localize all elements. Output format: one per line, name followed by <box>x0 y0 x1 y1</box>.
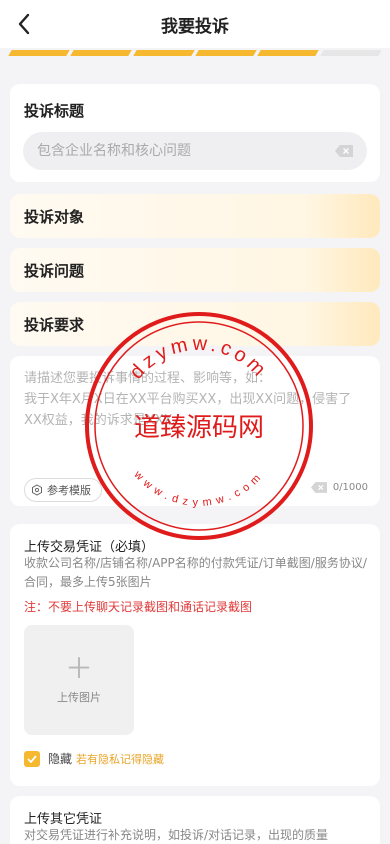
upload-other-card: 上传其它凭证 对交易凭证进行补充说明，如投诉/对话记录，出现的质量 <box>10 796 380 844</box>
complaint-title-card: 投诉标题 <box>10 84 380 182</box>
step-progress-bar <box>8 50 382 58</box>
char-counter: 0/1000 <box>332 482 368 493</box>
hide-row: 隐藏 若有隐私记得隐藏 <box>24 750 164 767</box>
complaint-title-input[interactable] <box>37 143 335 159</box>
page-title: 我要投诉 <box>161 17 229 37</box>
complaint-title-label: 投诉标题 <box>24 102 85 120</box>
progress-segment <box>319 50 382 56</box>
upload-image-button[interactable]: ＋ 上传图片 <box>24 625 134 735</box>
reference-template-button[interactable]: 参考模版 <box>24 478 102 502</box>
progress-segment <box>257 50 320 56</box>
template-icon <box>32 484 42 496</box>
clear-icon[interactable] <box>335 145 353 157</box>
upload-transaction-card: 上传交易凭证（必填） 收款公司名称/店铺名称/APP名称的付款凭证/订单截图/服… <box>10 524 380 786</box>
upload-warning-note: 注：不要上传聊天记录截图和通话记录截图 <box>24 600 253 614</box>
section-complaint-issue[interactable]: 投诉问题 <box>10 248 380 292</box>
hide-hint: 若有隐私记得隐藏 <box>76 752 165 766</box>
upload-transaction-description: 收款公司名称/店铺名称/APP名称的付款凭证/订单截图/服务协议/合同，最多上传… <box>24 556 367 589</box>
hide-label: 隐藏 <box>48 752 73 766</box>
section-label: 投诉对象 <box>24 207 85 226</box>
progress-segment <box>70 50 133 56</box>
upload-other-title: 上传其它凭证 <box>24 812 103 827</box>
upload-other-description: 对交易凭证进行补充说明，如投诉/对话记录，出现的质量 <box>24 828 329 842</box>
section-label: 投诉要求 <box>24 315 85 334</box>
hide-checkbox[interactable] <box>24 750 40 767</box>
description-card: 参考模版 0/1000 <box>10 356 380 506</box>
complaint-title-input-box[interactable] <box>23 132 367 170</box>
plus-icon: ＋ <box>64 652 93 685</box>
section-label: 投诉问题 <box>24 261 85 280</box>
top-bar: 我要投诉 <box>0 0 390 48</box>
progress-segment <box>195 50 258 56</box>
progress-segment <box>8 50 71 56</box>
char-counter-area: 0/1000 <box>310 482 368 493</box>
check-icon <box>27 754 37 763</box>
progress-segment <box>132 50 195 56</box>
upload-image-label: 上传图片 <box>57 691 101 704</box>
reference-template-label: 参考模版 <box>47 484 91 497</box>
clear-icon[interactable] <box>310 482 327 493</box>
section-complaint-target[interactable]: 投诉对象 <box>10 194 380 238</box>
section-complaint-demand[interactable]: 投诉要求 <box>10 302 380 346</box>
upload-transaction-title: 上传交易凭证（必填） <box>24 540 155 555</box>
description-textarea[interactable] <box>24 368 364 448</box>
